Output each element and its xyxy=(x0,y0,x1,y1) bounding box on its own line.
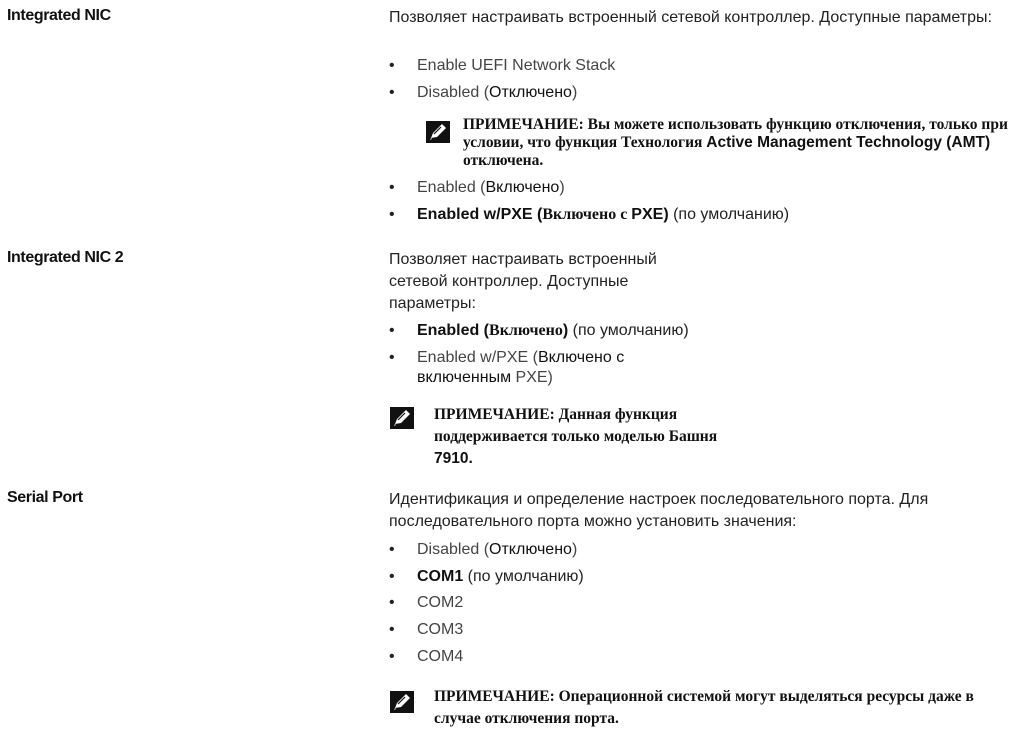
list-item: COM1 (по умолчанию) xyxy=(389,567,584,587)
note-text: ПРИМЕЧАНИЕ: Вы можете использовать функц… xyxy=(463,116,1008,169)
list-item: COM4 xyxy=(389,647,584,667)
setting-label: Serial Port xyxy=(7,489,83,506)
options-list: Disabled (Отключено) COM1 (по умолчанию)… xyxy=(389,540,584,673)
setting-description: Позволяет настраивать встроенный сетевой… xyxy=(389,9,992,26)
options-list: Enabled (Включено) Enabled w/PXE (Включе… xyxy=(389,178,789,231)
setting-label: Integrated NIC xyxy=(7,7,111,24)
list-item: Enabled w/PXE (Включено с PXE) (по умолч… xyxy=(389,205,789,225)
options-list: Enabled (Включено) (по умолчанию) Enable… xyxy=(389,321,689,394)
list-item: Enabled (Включено) (по умолчанию) xyxy=(389,321,689,341)
setting-description: Позволяет настраивать встроенный сетевой… xyxy=(389,251,657,312)
list-item: Disabled (Отключено) xyxy=(389,83,615,103)
note-pencil-icon xyxy=(426,121,450,143)
list-item: COM3 xyxy=(389,620,584,640)
list-item: Enabled w/PXE (Включено с включенным PXE… xyxy=(389,348,657,388)
list-item: Disabled (Отключено) xyxy=(389,540,584,560)
options-list: Enable UEFI Network Stack Disabled (Откл… xyxy=(389,56,615,109)
list-item: Enable UEFI Network Stack xyxy=(389,56,615,76)
note-text: ПРИМЕЧАНИЕ: Операционной системой могут … xyxy=(434,688,974,727)
note-pencil-icon xyxy=(390,407,414,429)
list-item: Enabled (Включено) xyxy=(389,178,789,198)
list-item: COM2 xyxy=(389,593,584,613)
setting-label: Integrated NIC 2 xyxy=(7,249,124,266)
note-pencil-icon xyxy=(390,691,414,713)
setting-description: Идентификация и определение настроек пос… xyxy=(389,491,929,530)
note-text: ПРИМЕЧАНИЕ: Данная функция поддерживаетс… xyxy=(434,406,718,467)
